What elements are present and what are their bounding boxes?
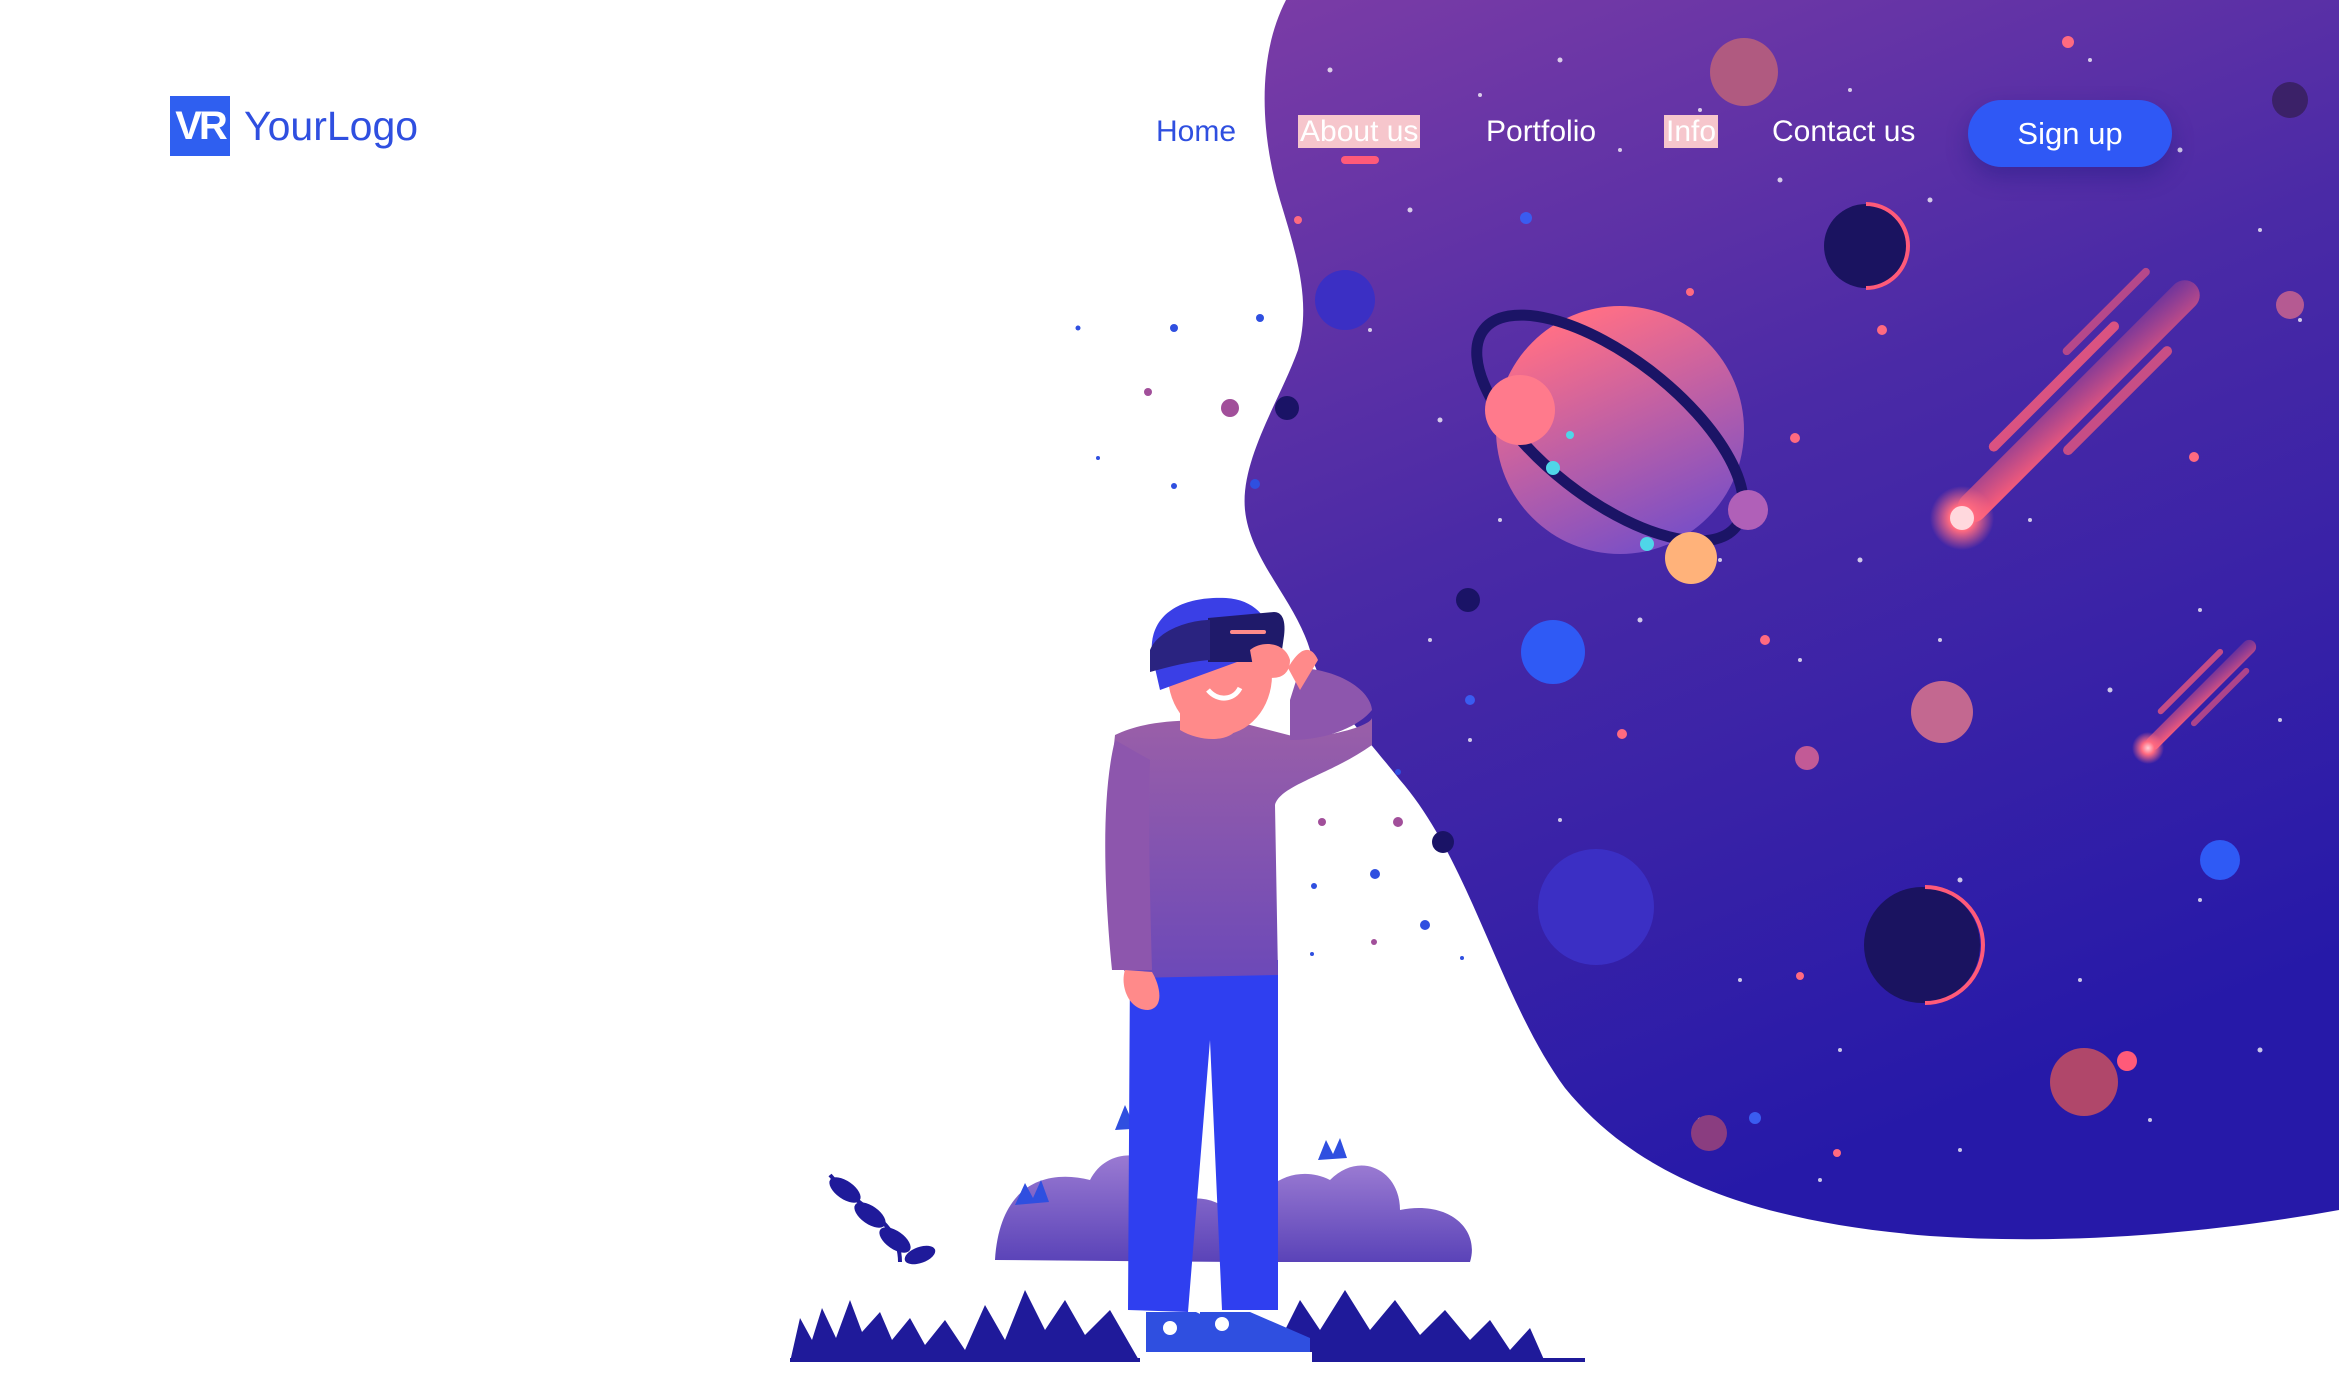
nav-item-about-us-label: About us <box>1298 115 1421 148</box>
logo[interactable]: VR YourLogo <box>170 96 418 156</box>
nav-item-info[interactable]: Info <box>1664 112 1719 152</box>
logo-name: YourLogo <box>244 102 419 149</box>
space-background <box>1244 0 2339 1240</box>
landing-page: VR YourLogo Home About us Portfolio Info… <box>0 0 2339 1399</box>
nav-item-home[interactable]: Home <box>1156 112 1236 152</box>
active-nav-underline <box>1341 156 1379 164</box>
nav-item-info-label: Info <box>1664 115 1719 148</box>
nav-item-about-us[interactable]: About us <box>1298 112 1421 152</box>
logo-mark: VR <box>170 96 230 156</box>
nav-item-contact-us[interactable]: Contact us <box>1772 112 1915 152</box>
nav-item-portfolio[interactable]: Portfolio <box>1486 112 1596 152</box>
space-illustration <box>790 0 2339 1362</box>
sign-up-button[interactable]: Sign up <box>1968 100 2172 167</box>
